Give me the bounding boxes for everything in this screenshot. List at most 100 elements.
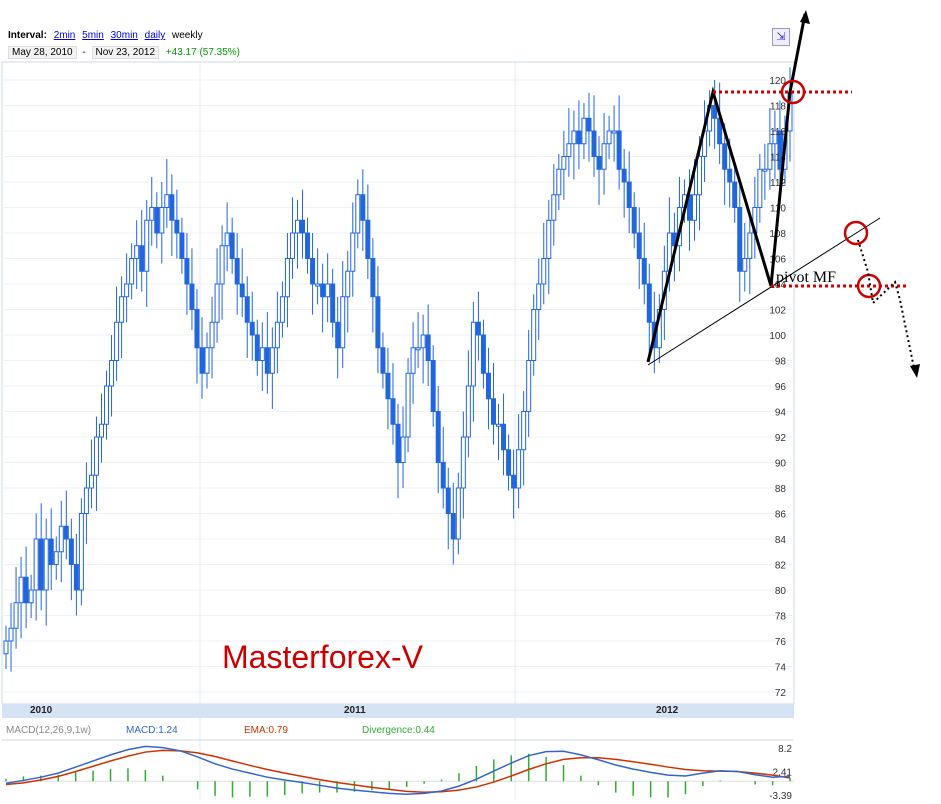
candle-down xyxy=(184,258,190,285)
candle-up xyxy=(28,589,34,604)
candle-up xyxy=(465,385,471,438)
forecast-dotted-path xyxy=(857,239,915,369)
candle-down xyxy=(194,309,200,349)
y-tick-label: 76 xyxy=(775,637,787,648)
y-tick-label: 96 xyxy=(775,382,787,393)
trend-line xyxy=(647,217,881,366)
candle-down xyxy=(48,538,54,565)
candle-up xyxy=(78,513,84,591)
candle-up xyxy=(104,385,110,425)
macd-value: MACD:1.24 xyxy=(126,725,178,736)
candle-down xyxy=(305,232,311,259)
candle-up xyxy=(119,296,125,323)
candle-up xyxy=(692,194,698,221)
candle-up xyxy=(521,411,527,451)
candle-up xyxy=(204,347,210,374)
candle-down xyxy=(330,283,336,323)
candle-down xyxy=(430,360,436,412)
candle-up xyxy=(129,258,135,285)
candle-down xyxy=(139,245,145,272)
y-tick-label: 82 xyxy=(775,561,787,572)
year-tick-label: 2011 xyxy=(344,705,366,716)
candle-up xyxy=(571,130,577,145)
candle-down xyxy=(174,219,180,234)
candle-down xyxy=(154,207,160,234)
candle-down xyxy=(375,296,381,349)
macd-tick-label: -3.39 xyxy=(769,791,792,802)
candle-up xyxy=(747,232,753,259)
candle-down xyxy=(586,117,592,132)
candle-down xyxy=(254,334,260,361)
candle-up xyxy=(470,321,476,387)
candle-up xyxy=(259,347,265,361)
y-tick-label: 88 xyxy=(775,484,787,495)
candle-up xyxy=(269,347,275,374)
candle-up xyxy=(455,487,461,540)
candle-up xyxy=(355,194,361,234)
candle-up xyxy=(159,207,165,234)
candle-up xyxy=(289,232,295,259)
y-tick-label: 112 xyxy=(770,178,786,189)
candle-up xyxy=(93,436,99,476)
candle-down xyxy=(641,258,647,285)
pivot-label: pivot MF xyxy=(776,269,836,286)
year-tick-label: 2010 xyxy=(30,705,53,716)
candle-down xyxy=(244,296,250,323)
candle-down xyxy=(169,194,175,221)
candle-down xyxy=(390,398,396,425)
candle-up xyxy=(315,283,321,287)
divergence-value: Divergence:0.44 xyxy=(362,725,435,736)
annotations: pivot MF Masterforex-V xyxy=(222,10,920,675)
candle-up xyxy=(279,296,285,323)
candle-down xyxy=(576,130,582,145)
candle-down xyxy=(737,207,743,272)
candle-up xyxy=(460,436,466,489)
candle-down xyxy=(596,156,602,170)
candle-down xyxy=(249,321,255,336)
candle-up xyxy=(109,360,115,387)
candle-down xyxy=(511,474,517,489)
candle-down xyxy=(480,334,486,374)
candle-up xyxy=(214,283,220,323)
candle-up xyxy=(294,219,300,234)
candle-up xyxy=(134,245,140,259)
candle-down xyxy=(300,219,306,234)
candle-up xyxy=(410,347,416,374)
candle-down xyxy=(370,258,376,298)
macd-panel: 8.22.41-3.39 xyxy=(2,739,794,802)
candle-down xyxy=(636,232,642,259)
candle-up xyxy=(546,219,552,259)
candle-down xyxy=(621,168,627,183)
candle-up xyxy=(345,270,351,298)
candle-up xyxy=(325,283,331,298)
candle-up xyxy=(219,245,225,285)
candle-down xyxy=(722,143,728,170)
candle-up xyxy=(566,143,572,157)
candle-up xyxy=(149,207,155,221)
candle-up xyxy=(516,449,522,489)
candle-up xyxy=(697,156,703,196)
candle-down xyxy=(320,283,326,298)
candle-up xyxy=(58,525,64,553)
candle-down xyxy=(23,576,29,604)
candle-up xyxy=(53,551,59,565)
candle-down xyxy=(490,398,496,425)
candle-up xyxy=(561,156,567,170)
candle-up xyxy=(224,232,230,247)
candle-up xyxy=(350,232,356,272)
candle-down xyxy=(727,168,733,183)
macd-title: MACD(12,26,9,1w) xyxy=(6,725,92,736)
candle-down xyxy=(189,283,195,310)
candle-up xyxy=(98,423,104,438)
y-tick-label: 100 xyxy=(769,331,786,342)
y-tick-label: 94 xyxy=(775,408,787,419)
candle-down xyxy=(380,347,386,374)
price-chart: 7274767880828486889092949698100102104106… xyxy=(1,10,920,802)
candle-down xyxy=(234,258,240,285)
candle-down xyxy=(506,449,512,476)
candle-up xyxy=(531,309,537,361)
candle-up xyxy=(209,321,215,349)
candle-down xyxy=(591,130,597,157)
candle-down xyxy=(73,564,79,591)
candle-down xyxy=(365,219,371,259)
